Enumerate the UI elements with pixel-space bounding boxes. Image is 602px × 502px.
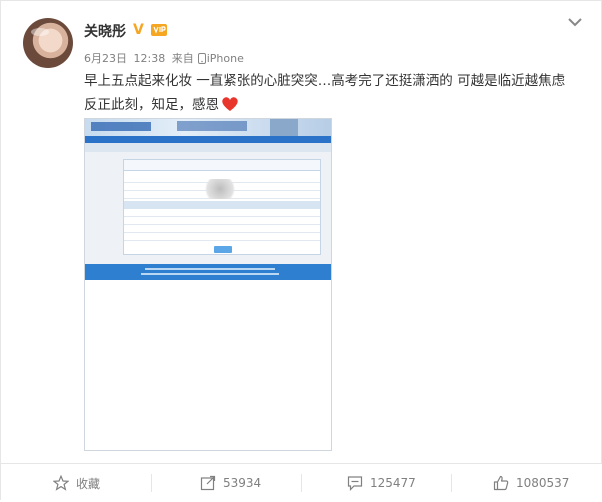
chevron-down-icon[interactable] [566, 13, 584, 31]
post-time: 12:38 [133, 52, 166, 65]
like-count: 1080537 [516, 476, 570, 490]
phone-icon [197, 53, 206, 64]
post-text-line-1: 早上五点起来化妆 一直紧张的心脏突突…高考完了还挺潇洒的 可越是临近越焦虑 [84, 73, 566, 89]
source-prefix: 来自 [171, 52, 194, 65]
like-button[interactable]: 1080537 [493, 464, 569, 502]
screenshot-banner [85, 119, 331, 136]
post-meta: 6月23日 12:38 来自 iPhone [84, 50, 247, 66]
source-device[interactable]: iPhone [207, 52, 244, 65]
attached-screenshot[interactable] [84, 118, 332, 451]
comment-count: 125477 [370, 476, 416, 490]
repost-icon [200, 475, 216, 491]
post-actions-bar: 收藏 53934 125477 1080537 [1, 463, 602, 501]
repost-count: 53934 [223, 476, 262, 490]
heart-emoji-icon [222, 97, 238, 111]
username[interactable]: 关晓彤 [84, 21, 126, 41]
post-date[interactable]: 6月23日 [84, 52, 127, 65]
avatar[interactable] [23, 18, 73, 68]
repost-button[interactable]: 53934 [200, 464, 261, 502]
favorite-label: 收藏 [76, 476, 101, 491]
comment-button[interactable]: 125477 [347, 464, 416, 502]
vip-icon[interactable] [150, 22, 168, 37]
weibo-post-card: 关晓彤 V 6月23日 12:38 来自 iPhone 早上五点起来化妆 一直紧张… [0, 0, 602, 501]
verified-badge: V [133, 22, 144, 38]
star-icon [53, 475, 69, 491]
favorite-button[interactable]: 收藏 [53, 464, 100, 502]
screenshot-score-panel [123, 159, 321, 255]
post-text: 早上五点起来化妆 一直紧张的心脏突突…高考完了还挺潇洒的 可越是临近越焦虑 反正… [84, 69, 584, 117]
post-text-line-2: 反正此刻，知足，感恩 [84, 93, 584, 117]
comment-icon [347, 476, 363, 491]
like-icon [493, 475, 509, 491]
